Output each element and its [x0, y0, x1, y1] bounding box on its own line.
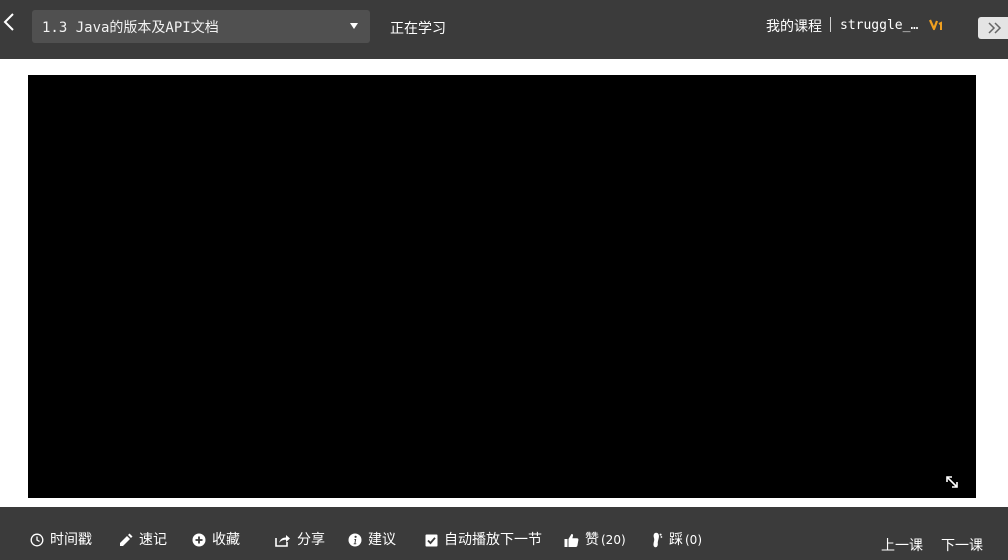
double-chevron-right-icon — [988, 22, 1002, 34]
my-courses-link[interactable]: 我的课程 — [766, 16, 822, 36]
favorite-label: 收藏 — [212, 532, 240, 548]
divider — [830, 17, 831, 32]
suggest-button[interactable]: 建议 — [348, 531, 396, 549]
notes-label: 速记 — [139, 532, 167, 548]
footprint-icon — [653, 532, 663, 548]
vip-icon[interactable] — [928, 17, 944, 33]
dislike-button[interactable]: 踩 (0) — [651, 531, 702, 549]
pencil-icon — [120, 533, 133, 546]
expand-panel-button[interactable] — [978, 17, 1008, 39]
autoplay-label: 自动播放下一节 — [444, 532, 542, 548]
checkbox-icon — [425, 534, 438, 546]
like-button[interactable]: 赞 (20) — [564, 531, 626, 549]
dropdown-arrow-icon — [350, 23, 358, 29]
clock-icon — [30, 533, 44, 547]
share-label: 分享 — [297, 532, 325, 548]
like-count: (20) — [601, 533, 626, 547]
next-lesson-link[interactable]: 下一课 — [941, 535, 983, 555]
fullscreen-icon[interactable] — [944, 474, 960, 490]
share-icon — [275, 535, 290, 547]
suggest-label: 建议 — [368, 532, 396, 548]
notes-button[interactable]: 速记 — [118, 531, 167, 549]
timestamp-label: 时间戳 — [50, 532, 92, 548]
autoplay-toggle[interactable]: 自动播放下一节 — [425, 531, 542, 549]
plus-circle-icon — [192, 533, 206, 547]
username-link[interactable]: struggle_… — [840, 18, 918, 33]
learning-status: 正在学习 — [390, 21, 446, 37]
like-label: 赞 — [585, 532, 599, 548]
back-button[interactable] — [0, 9, 18, 35]
lesson-title: 1.3 Java的版本及API文档 — [42, 19, 219, 36]
top-bar: 1.3 Java的版本及API文档 正在学习 我的课程 struggle_… — [0, 0, 1008, 59]
dislike-label: 踩 — [669, 532, 683, 548]
share-button[interactable]: 分享 — [275, 531, 325, 549]
dislike-count: (0) — [685, 533, 702, 547]
timestamp-button[interactable]: 时间戳 — [30, 531, 92, 549]
bottom-toolbar: 时间戳 速记 收藏 分享 建议 自动播放下一节 赞 (20) 踩 (0) 上一课… — [0, 507, 1008, 560]
video-player[interactable] — [28, 75, 976, 498]
thumbs-up-icon — [564, 533, 579, 547]
prev-lesson-link[interactable]: 上一课 — [881, 535, 923, 555]
favorite-button[interactable]: 收藏 — [192, 531, 240, 549]
info-icon — [348, 533, 362, 547]
back-chevron-icon — [3, 13, 14, 31]
lesson-select[interactable]: 1.3 Java的版本及API文档 — [32, 10, 370, 43]
